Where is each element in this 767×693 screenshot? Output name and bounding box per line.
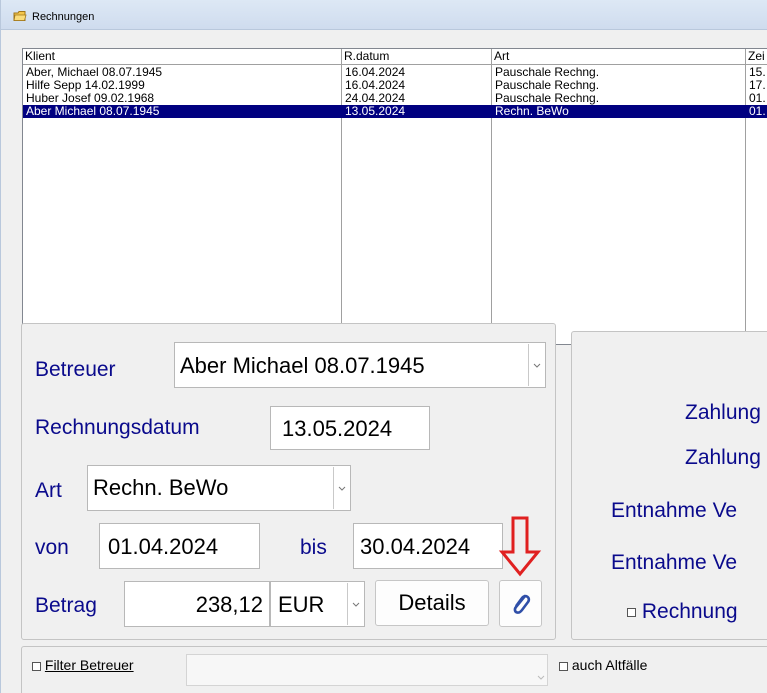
arrow-down-icon <box>498 516 542 577</box>
column-header-zeit[interactable]: Zei <box>746 49 767 65</box>
cell-rdatum: 13.05.2024 <box>345 105 406 118</box>
filter-dropdown-button[interactable] <box>537 667 545 685</box>
rechnung-checkbox[interactable]: Rechnung <box>627 600 738 624</box>
checkbox-icon[interactable] <box>32 661 41 671</box>
column-header-klient[interactable]: Klient <box>23 49 342 65</box>
chevron-down-icon <box>338 486 345 491</box>
cell-klient: Hilfe Sepp 14.02.1999 <box>26 79 145 92</box>
betreuer-dropdown-button[interactable] <box>528 344 544 386</box>
art-dropdown-button[interactable] <box>333 467 349 509</box>
cell-klient: Aber, Michael 08.07.1945 <box>26 66 163 79</box>
cell-art: Pauschale Rechng. <box>495 79 600 92</box>
chevron-down-icon <box>537 675 545 680</box>
art-label: Art <box>35 479 62 502</box>
von-value: 01.04.2024 <box>108 534 219 559</box>
list-header: Klient R.datum Art Zei <box>23 49 767 65</box>
attachment-button[interactable] <box>499 580 542 627</box>
bis-value: 30.04.2024 <box>360 534 471 559</box>
details-button[interactable]: Details <box>375 580 489 626</box>
rechnung-checkbox-label: Rechnung <box>641 600 738 623</box>
details-button-label: Details <box>398 590 466 615</box>
folder-icon <box>13 11 27 21</box>
table-row-selected[interactable]: Aber Michael 08.07.1945 13.05.2024 Rechn… <box>23 105 767 118</box>
cell-rdatum: 16.04.2024 <box>345 79 406 92</box>
cell-art: Rechn. BeWo <box>495 105 569 118</box>
entnahme-label-1: Entnahme Ve <box>611 499 738 522</box>
chevron-down-icon <box>533 363 540 368</box>
bis-date-field[interactable]: 30.04.2024 <box>353 523 503 569</box>
currency-combobox[interactable]: EUR <box>270 581 365 627</box>
betrag-field[interactable]: 238,12 <box>124 581 270 627</box>
betreuer-label: Betreuer <box>35 358 116 381</box>
zahlung-label-2: Zahlung <box>685 446 761 469</box>
rechnungsdatum-value: 13.05.2024 <box>282 416 393 441</box>
checkbox-icon[interactable] <box>627 607 636 617</box>
betreuer-combobox[interactable]: Aber Michael 08.07.1945 <box>174 342 546 388</box>
column-header-art[interactable]: Art <box>492 49 746 65</box>
cell-art: Pauschale Rechng. <box>495 92 600 105</box>
zahlung-label-1: Zahlung <box>685 401 761 424</box>
filter-betreuer-label: Filter Betreuer <box>44 657 134 673</box>
bis-label: bis <box>300 536 327 559</box>
invoice-details-group: Betreuer Aber Michael 08.07.1945 Rechnun… <box>21 323 556 640</box>
auch-altfaelle-label: auch Altfälle <box>571 657 648 673</box>
invoice-list[interactable]: Klient R.datum Art Zei Aber, Michael 08.… <box>22 48 767 345</box>
betrag-label: Betrag <box>35 594 97 617</box>
von-label: von <box>35 536 69 559</box>
filter-group: Filter Betreuer auch Altfälle <box>21 646 767 693</box>
rechnungsdatum-field[interactable]: 13.05.2024 <box>270 406 430 450</box>
table-row[interactable]: Aber, Michael 08.07.1945 16.04.2024 Paus… <box>23 66 767 79</box>
cell-klient: Aber Michael 08.07.1945 <box>26 105 160 118</box>
betreuer-value: Aber Michael 08.07.1945 <box>180 353 425 378</box>
payment-group: Zahlung Zahlung Entnahme Ve Entnahme Ve … <box>571 331 767 640</box>
cell-rdatum: 24.04.2024 <box>345 92 406 105</box>
table-row[interactable]: Hilfe Sepp 14.02.1999 16.04.2024 Pauscha… <box>23 79 767 92</box>
window-title: Rechnungen <box>32 11 95 23</box>
column-header-rdatum[interactable]: R.datum <box>342 49 492 65</box>
chevron-down-icon <box>352 602 359 607</box>
cell-zeit: 01. <box>749 105 766 118</box>
rechnungsdatum-label: Rechnungsdatum <box>35 416 200 439</box>
cell-klient: Huber Josef 09.02.1968 <box>26 92 155 105</box>
paperclip-icon <box>513 594 530 614</box>
filter-betreuer-combobox[interactable] <box>186 654 548 686</box>
betrag-value: 238,12 <box>195 592 263 617</box>
cell-zeit: 15. <box>749 66 766 79</box>
currency-value: EUR <box>278 592 325 617</box>
filter-betreuer-checkbox[interactable]: Filter Betreuer <box>32 657 134 673</box>
art-combobox[interactable]: Rechn. BeWo <box>87 465 351 511</box>
von-date-field[interactable]: 01.04.2024 <box>99 523 260 569</box>
rechnungen-window: Rechnungen Klient R.datum Art Zei Aber, … <box>0 0 767 693</box>
entnahme-label-2: Entnahme Ve <box>611 551 738 574</box>
cell-rdatum: 16.04.2024 <box>345 66 406 79</box>
title-bar: Rechnungen <box>1 0 767 30</box>
cell-art: Pauschale Rechng. <box>495 66 600 79</box>
cell-zeit: 01. <box>749 92 766 105</box>
cell-zeit: 17. <box>749 79 766 92</box>
window-body: Klient R.datum Art Zei Aber, Michael 08.… <box>1 30 767 693</box>
table-row[interactable]: Huber Josef 09.02.1968 24.04.2024 Pausch… <box>23 92 767 105</box>
currency-dropdown-button[interactable] <box>347 583 363 625</box>
art-value: Rechn. BeWo <box>93 475 229 500</box>
checkbox-icon[interactable] <box>559 661 568 671</box>
auch-altfaelle-checkbox[interactable]: auch Altfälle <box>559 657 647 673</box>
